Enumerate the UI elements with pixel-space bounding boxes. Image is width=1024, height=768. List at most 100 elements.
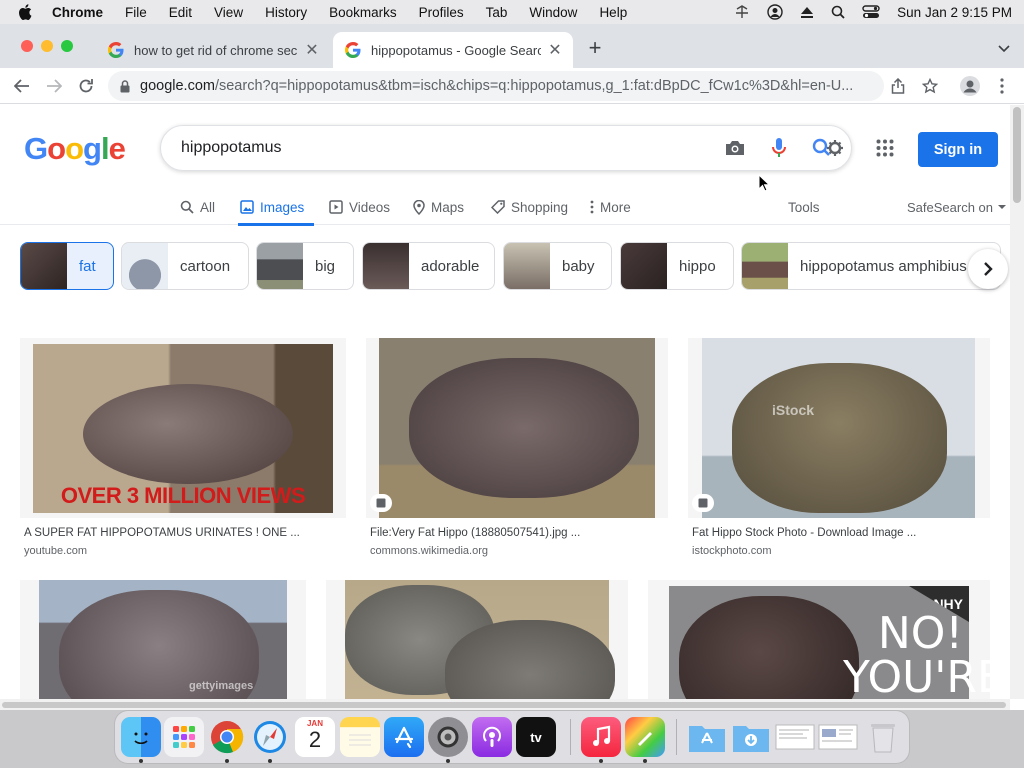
result-source[interactable]: istockphoto.com	[692, 545, 771, 557]
result-title[interactable]: File:Very Fat Hippo (18880507541).jpg ..…	[370, 527, 580, 539]
tab-videos[interactable]: Videos	[329, 189, 390, 225]
forward-arrow-icon[interactable]	[44, 76, 64, 96]
recent-document-thumbnail-icon[interactable]	[775, 717, 815, 757]
search-input[interactable]: hippopotamus	[181, 139, 723, 157]
menu-history[interactable]: History	[265, 5, 307, 20]
notes-icon[interactable]	[340, 717, 380, 757]
chip-adorable[interactable]: adorable	[362, 242, 495, 290]
tab-maps[interactable]: Maps	[413, 189, 464, 225]
camera-icon[interactable]	[723, 136, 747, 160]
result-source[interactable]: commons.wikimedia.org	[370, 545, 488, 557]
image-result[interactable]: iStock Fat Hippo Stock Photo - Download …	[688, 338, 990, 568]
safesearch-dropdown[interactable]: SafeSearch on	[907, 189, 1007, 225]
color-picker-icon[interactable]	[625, 717, 665, 757]
tab-shopping[interactable]: Shopping	[491, 189, 568, 225]
tab-hippopotamus-search[interactable]: hippopotamus - Google Search ✕	[333, 32, 573, 68]
tab-more[interactable]: More	[590, 189, 631, 225]
music-icon[interactable]	[581, 717, 621, 757]
chips-next-arrow-icon[interactable]	[968, 249, 1008, 289]
result-thumbnail[interactable]: NHY NO! YOU'RE FAT!	[648, 580, 990, 699]
new-tab-plus-icon[interactable]: +	[585, 37, 605, 59]
search-box[interactable]: hippopotamus	[160, 125, 852, 171]
tab-close-icon[interactable]: ✕	[547, 40, 563, 60]
result-title[interactable]: Fat Hippo Stock Photo - Download Image .…	[692, 527, 916, 539]
chip-big[interactable]: big	[256, 242, 354, 290]
image-result[interactable]	[326, 580, 628, 699]
chip-baby[interactable]: baby	[503, 242, 612, 290]
logo-letter: l	[100, 131, 110, 166]
reload-icon[interactable]	[76, 76, 96, 96]
chrome-icon[interactable]	[207, 717, 247, 757]
scrollbar-thumb[interactable]	[2, 702, 1006, 708]
window-close-button[interactable]	[21, 40, 33, 52]
result-title[interactable]: A SUPER FAT HIPPOPOTAMUS URINATES ! ONE …	[24, 527, 300, 539]
menubar-clock[interactable]: Sun Jan 2 9:15 PM	[897, 5, 1012, 20]
scrollbar-thumb[interactable]	[1013, 107, 1021, 203]
image-result[interactable]: OVER 3 MILLION VIEWS A SUPER FAT HIPPOPO…	[20, 338, 346, 568]
tab-images[interactable]: Images	[237, 189, 315, 226]
lock-icon[interactable]	[120, 79, 130, 93]
chip-fat[interactable]: fat	[20, 242, 114, 290]
launchpad-icon[interactable]	[164, 717, 204, 757]
chip-cartoon[interactable]: cartoon	[121, 242, 249, 290]
menu-edit[interactable]: Edit	[169, 5, 192, 20]
tab-search-chevron-icon[interactable]	[998, 40, 1010, 58]
result-thumbnail[interactable]	[366, 338, 668, 518]
chip-hippo[interactable]: hippo	[620, 242, 734, 290]
menu-tab[interactable]: Tab	[486, 5, 508, 20]
sign-in-button[interactable]: Sign in	[918, 132, 998, 167]
menu-window[interactable]: Window	[529, 5, 577, 20]
result-thumbnail[interactable]: iStock	[688, 338, 990, 518]
search-settings-gear-icon[interactable]	[811, 136, 847, 160]
recent-screenshot-thumbnail-icon[interactable]	[818, 717, 858, 757]
microphone-icon[interactable]	[767, 136, 791, 160]
network-status-icon[interactable]	[734, 5, 750, 19]
tab-chrome-security[interactable]: how to get rid of chrome secur ✕	[96, 32, 330, 68]
spotlight-search-icon[interactable]	[831, 5, 845, 19]
menu-profiles[interactable]: Profiles	[419, 5, 464, 20]
address-bar[interactable]: google.com/search?q=hippopotamus&tbm=isc…	[108, 71, 884, 101]
image-result[interactable]: NHY NO! YOU'RE FAT!	[648, 580, 990, 699]
menubar-app-name[interactable]: Chrome	[52, 5, 103, 20]
menu-view[interactable]: View	[214, 5, 243, 20]
menu-help[interactable]: Help	[599, 5, 627, 20]
menu-file[interactable]: File	[125, 5, 147, 20]
user-account-icon[interactable]	[767, 4, 783, 20]
system-preferences-gear-icon[interactable]	[428, 717, 468, 757]
chrome-menu-kebab-icon[interactable]	[992, 76, 1012, 96]
trash-icon[interactable]	[863, 717, 903, 757]
share-icon[interactable]	[888, 76, 908, 96]
result-source[interactable]: youtube.com	[24, 545, 87, 557]
bookmark-star-icon[interactable]	[920, 76, 940, 96]
eject-icon[interactable]	[800, 5, 814, 19]
window-zoom-button[interactable]	[61, 40, 73, 52]
tab-close-icon[interactable]: ✕	[304, 40, 320, 60]
google-apps-grid-icon[interactable]	[876, 139, 894, 162]
app-store-icon[interactable]	[384, 717, 424, 757]
result-thumbnail[interactable]: gettyimages	[20, 580, 306, 699]
tools-button[interactable]: Tools	[788, 189, 820, 225]
profile-avatar-icon[interactable]	[960, 76, 980, 96]
window-minimize-button[interactable]	[41, 40, 53, 52]
result-thumbnail[interactable]: OVER 3 MILLION VIEWS	[20, 338, 346, 518]
vertical-scrollbar[interactable]	[1010, 105, 1024, 699]
calendar-icon[interactable]: JAN 2	[295, 717, 335, 757]
safari-icon[interactable]	[250, 717, 290, 757]
apple-tv-icon[interactable]: tv	[516, 717, 556, 757]
result-thumbnail[interactable]	[326, 580, 628, 699]
chip-hippopotamus-amphibius[interactable]: hippopotamus amphibius	[741, 242, 1001, 290]
menu-bookmarks[interactable]: Bookmarks	[329, 5, 397, 20]
google-logo[interactable]: Google	[24, 131, 126, 167]
control-center-icon[interactable]	[862, 5, 880, 19]
image-result[interactable]: File:Very Fat Hippo (18880507541).jpg ..…	[366, 338, 668, 568]
podcasts-icon[interactable]	[472, 717, 512, 757]
applications-folder-icon[interactable]	[687, 717, 727, 757]
chip-label: big	[315, 257, 336, 275]
apple-menu-icon[interactable]	[18, 4, 36, 20]
tab-all[interactable]: All	[180, 189, 215, 225]
downloads-folder-icon[interactable]	[731, 717, 771, 757]
horizontal-scrollbar[interactable]	[0, 699, 1010, 710]
image-result[interactable]: gettyimages	[20, 580, 306, 699]
finder-icon[interactable]	[121, 717, 161, 757]
back-arrow-icon[interactable]	[12, 76, 32, 96]
